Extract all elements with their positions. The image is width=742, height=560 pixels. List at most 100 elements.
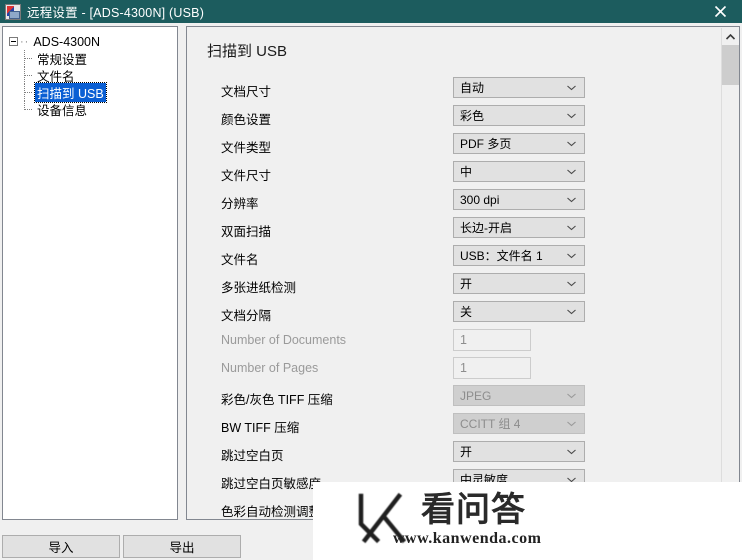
chevron-down-icon xyxy=(567,225,576,230)
dropdown-value: 彩色 xyxy=(460,109,485,123)
setting-row-document-size: 文档尺寸 自动 xyxy=(187,75,739,103)
setting-label: 色彩自动检测调整 xyxy=(221,505,322,519)
setting-row-file-size: 文件尺寸 中 xyxy=(187,159,739,187)
chevron-down-icon xyxy=(567,141,576,146)
page-title: 扫描到 USB xyxy=(207,43,288,60)
setting-label: Number of Pages xyxy=(221,361,319,375)
dropdown-value: PDF 多页 xyxy=(460,137,512,151)
document-size-dropdown[interactable]: 自动 xyxy=(453,77,585,98)
chevron-down-icon xyxy=(567,197,576,202)
setting-label: 文档尺寸 xyxy=(221,85,272,99)
setting-row-document-separation: 文档分隔 关 xyxy=(187,299,739,327)
tree-connector: ·· xyxy=(20,35,30,48)
setting-label: 分辨率 xyxy=(221,197,259,211)
tree-children: 常规设置 文件名 扫描到 USB 设备信息 xyxy=(22,50,177,118)
sidebar-item-file-name[interactable]: 文件名 xyxy=(22,67,177,84)
dropdown-value: USB：文件名 1 xyxy=(460,249,543,263)
scrollbar-thumb[interactable] xyxy=(722,45,739,85)
tree-branch-icon xyxy=(22,101,35,118)
dropdown-value: 开 xyxy=(460,277,473,291)
chevron-down-icon xyxy=(567,281,576,286)
file-size-dropdown[interactable]: 中 xyxy=(453,161,585,182)
sidebar-item-label: 设备信息 xyxy=(37,104,88,118)
setting-label: Number of Documents xyxy=(221,333,347,347)
color-gray-tiff-compression-dropdown[interactable]: JPEG xyxy=(453,385,585,406)
number-of-documents-input[interactable]: 1 xyxy=(453,329,531,351)
chevron-down-icon xyxy=(567,85,576,90)
chevron-down-icon xyxy=(567,449,576,454)
setting-label: 双面扫描 xyxy=(221,225,272,239)
import-button[interactable]: 导入 xyxy=(2,535,120,558)
sidebar-item-device-info[interactable]: 设备信息 xyxy=(22,101,177,118)
window-titlebar: 远程设置 - [ADS-4300N] (USB) xyxy=(0,0,742,23)
setting-row-bw-tiff-compression: BW TIFF 压缩 CCITT 组 4 xyxy=(187,411,739,439)
chevron-down-icon xyxy=(567,113,576,118)
scrollbar-track[interactable] xyxy=(722,45,739,519)
sidebar-item-scan-to-usb[interactable]: 扫描到 USB xyxy=(22,82,177,103)
setting-label: BW TIFF 压缩 xyxy=(221,421,300,435)
chevron-down-icon xyxy=(567,309,576,314)
duplex-scan-dropdown[interactable]: 长边-开启 xyxy=(453,217,585,238)
dropdown-value: 关 xyxy=(460,305,473,319)
number-of-pages-input[interactable]: 1 xyxy=(453,357,531,379)
setting-row-number-of-pages: Number of Pages 1 xyxy=(187,355,739,383)
dropdown-value: 中 xyxy=(460,165,473,179)
tree-branch-icon xyxy=(22,50,35,67)
setting-label: 跳过空白页敏感度 xyxy=(221,477,322,491)
watermark-url: www.kanwenda.com xyxy=(393,530,542,547)
setting-label: 彩色/灰色 TIFF 压缩 xyxy=(221,393,333,407)
close-icon[interactable] xyxy=(698,0,742,23)
settings-form: 文档尺寸 自动 颜色设置 彩色 文件类型 PDF 多页 文件尺寸 中 分辨率 3… xyxy=(187,75,739,519)
setting-label: 文件类型 xyxy=(221,141,272,155)
setting-row-number-of-documents: Number of Documents 1 xyxy=(187,327,739,355)
input-value: 1 xyxy=(460,361,467,375)
multifeed-detection-dropdown[interactable]: 开 xyxy=(453,273,585,294)
setting-label: 跳过空白页 xyxy=(221,449,284,463)
setting-label: 文件尺寸 xyxy=(221,169,272,183)
setting-row-color-gray-tiff-compression: 彩色/灰色 TIFF 压缩 JPEG xyxy=(187,383,739,411)
tree-root-label: ADS-4300N xyxy=(33,34,101,49)
dropdown-value: 开 xyxy=(460,445,473,459)
tree-branch-icon xyxy=(22,84,35,101)
chevron-up-icon[interactable] xyxy=(722,28,739,45)
setting-label: 文档分隔 xyxy=(221,309,272,323)
navigation-tree: ·· ADS-4300N 常规设置 文件名 扫描到 USB 设备信息 xyxy=(3,27,177,118)
document-separation-dropdown[interactable]: 关 xyxy=(453,301,585,322)
scanner-icon xyxy=(5,3,21,20)
tree-root-item[interactable]: ·· ADS-4300N xyxy=(9,33,177,50)
dropdown-value: 长边-开启 xyxy=(460,221,512,235)
settings-panel: 扫描到 USB 文档尺寸 自动 颜色设置 彩色 文件类型 PDF 多页 文件尺寸… xyxy=(186,26,740,520)
navigation-tree-panel[interactable]: ·· ADS-4300N 常规设置 文件名 扫描到 USB 设备信息 xyxy=(2,26,178,520)
dropdown-value: JPEG xyxy=(460,388,492,403)
chevron-down-icon xyxy=(567,253,576,258)
remote-setup-window: 远程设置 - [ADS-4300N] (USB) ·· ADS-4300N 常规… xyxy=(0,0,742,560)
dropdown-value: 自动 xyxy=(460,81,485,95)
setting-row-color-setting: 颜色设置 彩色 xyxy=(187,103,739,131)
dropdown-value: 300 dpi xyxy=(460,192,500,207)
input-value: 1 xyxy=(460,333,467,347)
setting-label: 多张进纸检测 xyxy=(221,281,297,295)
setting-label: 颜色设置 xyxy=(221,113,272,127)
bw-tiff-compression-dropdown[interactable]: CCITT 组 4 xyxy=(453,413,585,434)
watermark-brand: 看问答 xyxy=(421,490,526,530)
setting-row-skip-blank-page: 跳过空白页 开 xyxy=(187,439,739,467)
chevron-down-icon xyxy=(567,421,576,426)
file-type-dropdown[interactable]: PDF 多页 xyxy=(453,133,585,154)
setting-row-file-name: 文件名 USB：文件名 1 xyxy=(187,243,739,271)
skip-blank-page-dropdown[interactable]: 开 xyxy=(453,441,585,462)
export-button[interactable]: 导出 xyxy=(123,535,241,558)
resolution-dropdown[interactable]: 300 dpi xyxy=(453,189,585,210)
setting-row-multifeed-detection: 多张进纸检测 开 xyxy=(187,271,739,299)
color-setting-dropdown[interactable]: 彩色 xyxy=(453,105,585,126)
setting-row-resolution: 分辨率 300 dpi xyxy=(187,187,739,215)
vertical-scrollbar[interactable] xyxy=(721,28,739,519)
setting-row-duplex-scan: 双面扫描 长边-开启 xyxy=(187,215,739,243)
file-name-dropdown[interactable]: USB：文件名 1 xyxy=(453,245,585,266)
dropdown-value: CCITT 组 4 xyxy=(460,417,521,431)
watermark-overlay: 看问答 www.kanwenda.com xyxy=(313,482,742,560)
chevron-down-icon xyxy=(567,393,576,398)
sidebar-item-general-settings[interactable]: 常规设置 xyxy=(22,50,177,67)
chevron-down-icon xyxy=(567,169,576,174)
setting-row-file-type: 文件类型 PDF 多页 xyxy=(187,131,739,159)
collapse-icon[interactable] xyxy=(9,37,18,46)
